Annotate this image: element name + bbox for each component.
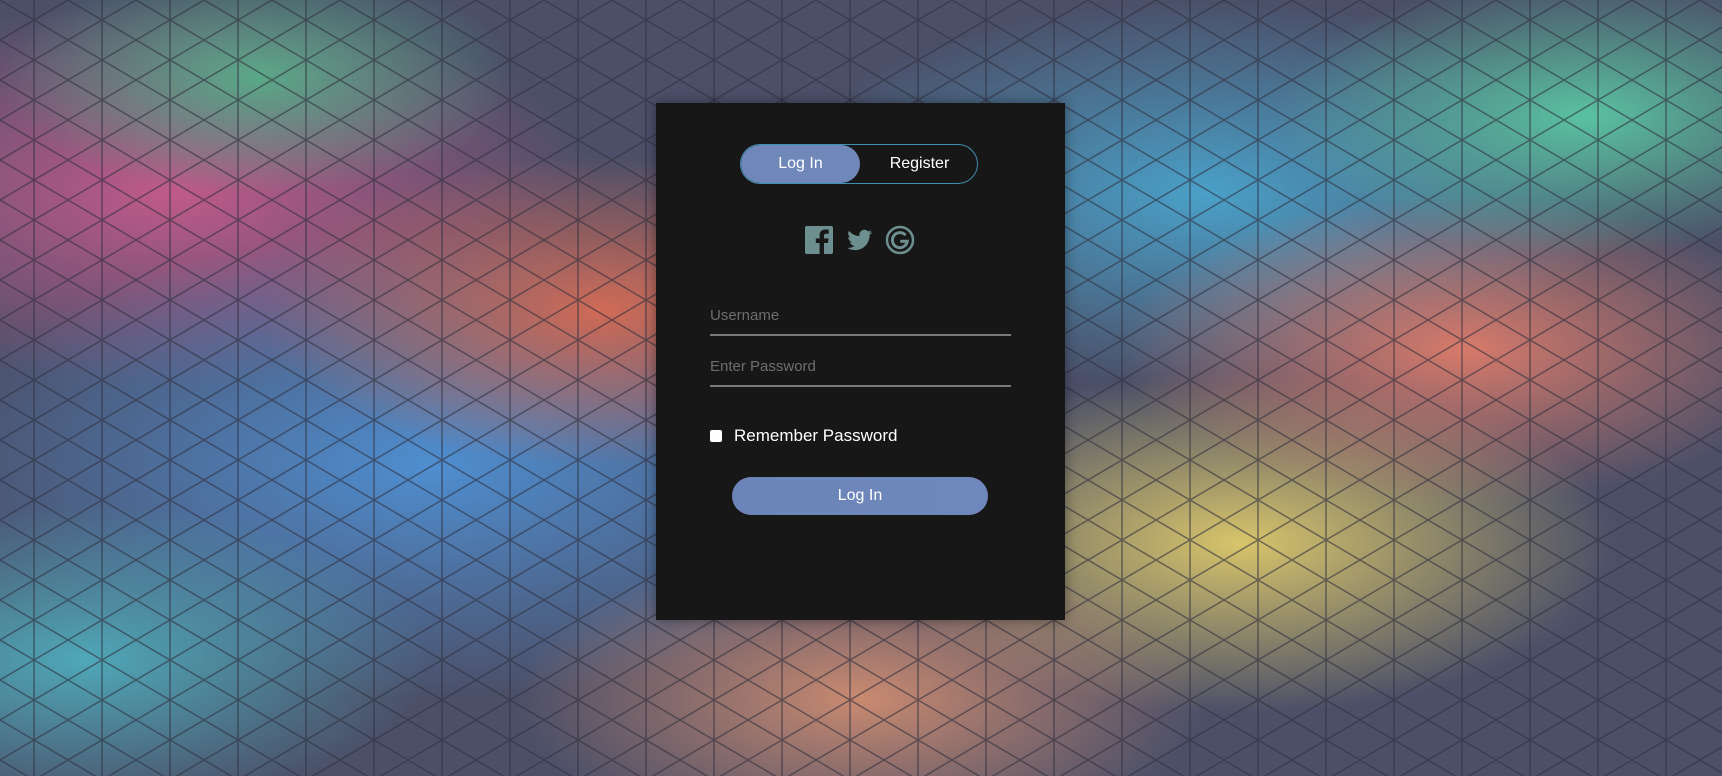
auth-tabs: Log In Register bbox=[740, 144, 978, 184]
tab-log-in[interactable]: Log In bbox=[741, 145, 860, 183]
username-field-wrapper bbox=[710, 298, 1011, 336]
remember-password-checkbox[interactable] bbox=[710, 430, 722, 442]
facebook-icon[interactable] bbox=[804, 225, 834, 255]
remember-password-label: Remember Password bbox=[734, 426, 898, 445]
password-field-wrapper bbox=[710, 349, 1011, 387]
google-icon[interactable] bbox=[885, 225, 915, 255]
twitter-icon[interactable] bbox=[844, 225, 874, 255]
login-card: Log In Register Remember Password bbox=[656, 103, 1065, 620]
remember-password-row: Remember Password bbox=[710, 426, 897, 446]
password-input[interactable] bbox=[710, 349, 1011, 383]
tab-register[interactable]: Register bbox=[860, 145, 977, 183]
log-in-button[interactable]: Log In bbox=[732, 477, 988, 515]
username-input[interactable] bbox=[710, 298, 1011, 332]
login-page: Log In Register Remember Password bbox=[0, 0, 1722, 776]
social-login-icons bbox=[804, 225, 918, 257]
